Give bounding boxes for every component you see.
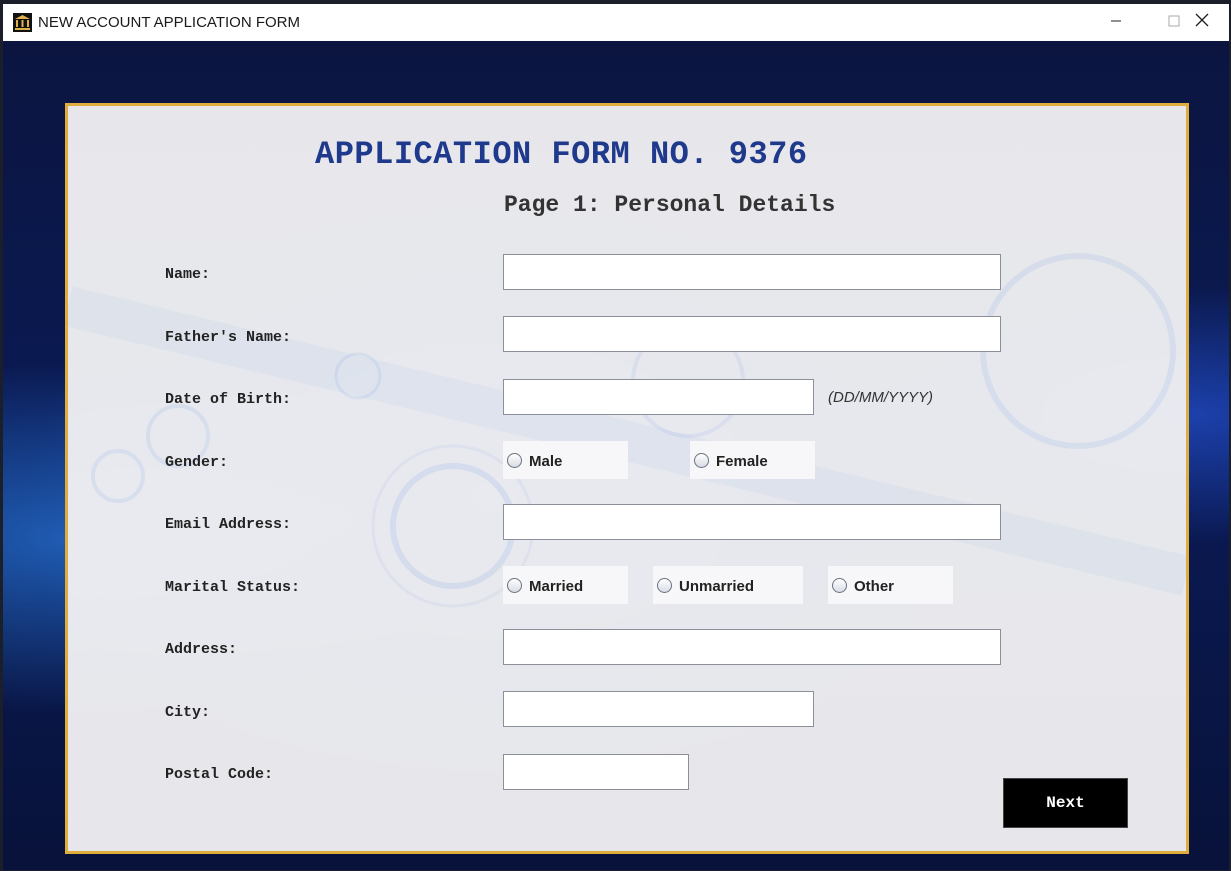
radio-circle-icon — [507, 452, 522, 468]
dob-label: Date of Birth: — [165, 391, 292, 408]
next-button[interactable]: Next — [1003, 778, 1128, 828]
title-bar: NEW ACCOUNT APPLICATION FORM — [3, 4, 1229, 41]
name-label: Name: — [165, 266, 211, 283]
address-input[interactable] — [503, 629, 1001, 665]
minimize-button[interactable] — [1087, 4, 1145, 41]
radio-circle-icon — [832, 577, 847, 593]
radio-label: Other — [854, 578, 895, 595]
email-label: Email Address: — [165, 516, 292, 533]
name-input[interactable] — [503, 254, 1001, 290]
radio-label: Unmarried — [679, 578, 755, 595]
minimize-icon — [1110, 14, 1122, 32]
city-input[interactable] — [503, 691, 814, 727]
bank-icon — [13, 13, 32, 32]
marital-married-radio[interactable]: Married — [503, 566, 628, 604]
city-label: City: — [165, 704, 211, 721]
window-title: NEW ACCOUNT APPLICATION FORM — [38, 14, 300, 31]
dob-format-hint: (DD/MM/YYYY) — [828, 389, 933, 406]
radio-label: Female — [716, 453, 768, 470]
gender-label: Gender: — [165, 454, 229, 471]
radio-circle-icon — [507, 577, 522, 593]
window-content: APPLICATION FORM NO. 9376 Page 1: Person… — [3, 41, 1229, 870]
form-subtitle: Page 1: Personal Details — [504, 192, 836, 218]
postal-code-input[interactable] — [503, 754, 689, 790]
address-label: Address: — [165, 641, 238, 658]
application-window: NEW ACCOUNT APPLICATION FORM APPLICATION… — [3, 4, 1229, 870]
email-input[interactable] — [503, 504, 1001, 540]
marital-status-label: Marital Status: — [165, 579, 301, 596]
gender-male-radio[interactable]: Male — [503, 441, 628, 479]
close-button[interactable] — [1173, 4, 1229, 41]
father-name-label: Father's Name: — [165, 329, 292, 346]
close-icon — [1195, 13, 1209, 32]
form-panel: APPLICATION FORM NO. 9376 Page 1: Person… — [65, 103, 1189, 854]
form-title: APPLICATION FORM NO. 9376 — [315, 136, 808, 173]
radio-label: Male — [529, 453, 563, 470]
marital-unmarried-radio[interactable]: Unmarried — [653, 566, 803, 604]
father-name-input[interactable] — [503, 316, 1001, 352]
dob-input[interactable] — [503, 379, 814, 415]
postal-code-label: Postal Code: — [165, 766, 274, 783]
radio-circle-icon — [657, 577, 672, 593]
gender-female-radio[interactable]: Female — [690, 441, 815, 479]
radio-label: Married — [529, 578, 584, 595]
radio-circle-icon — [694, 452, 709, 468]
marital-other-radio[interactable]: Other — [828, 566, 953, 604]
